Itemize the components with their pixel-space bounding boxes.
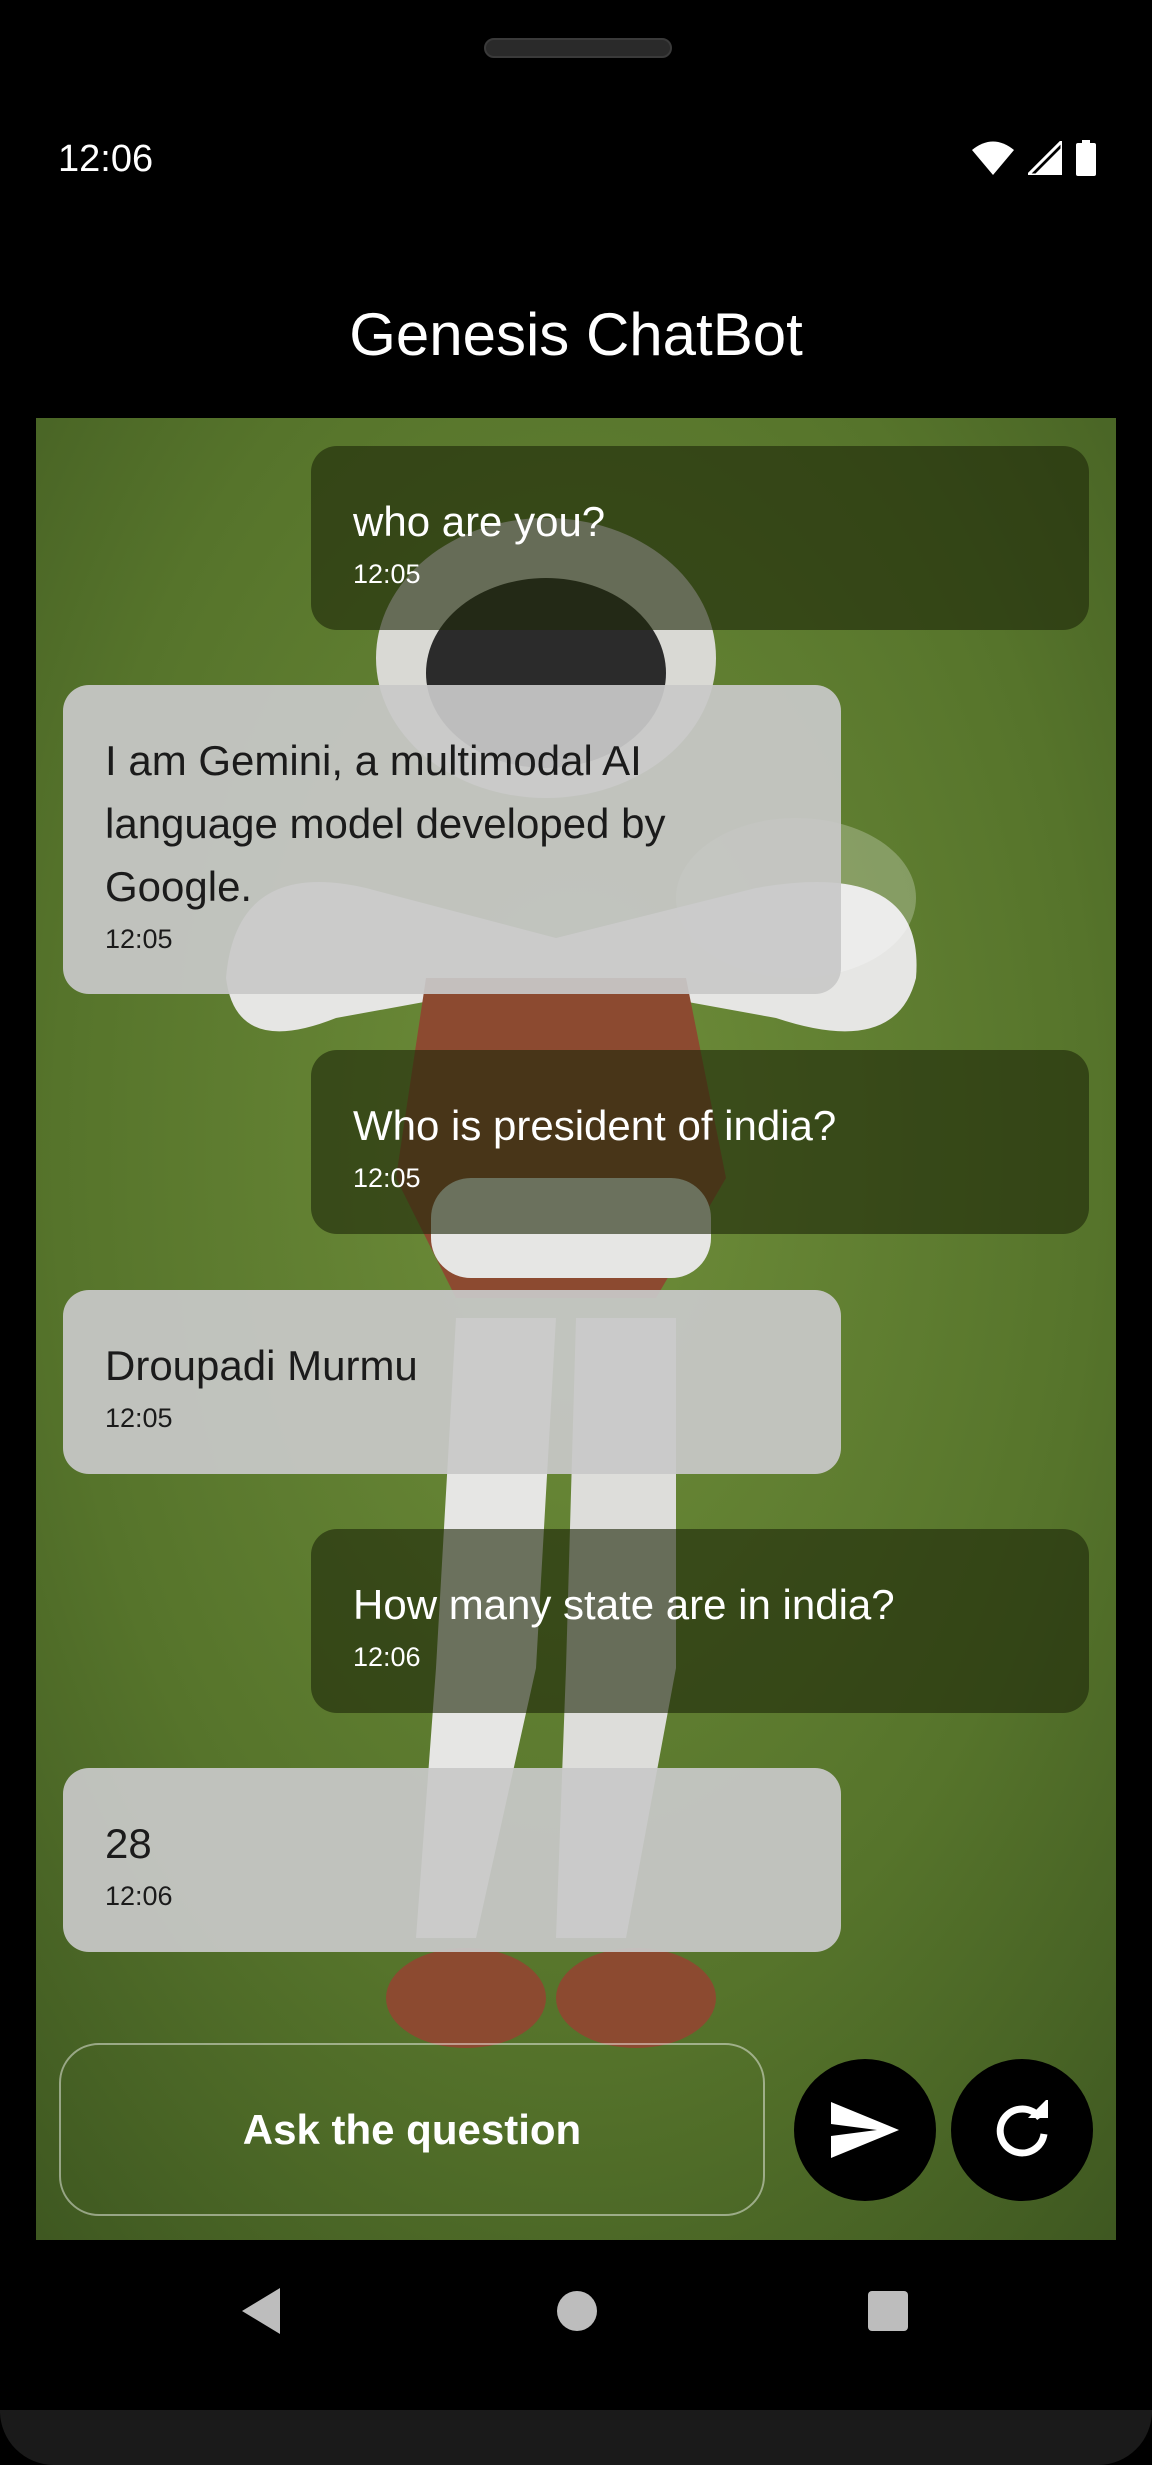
message-text: 28 <box>105 1820 152 1867</box>
phone-frame: 12:06 Genesis ChatBot who are you? 12:05… <box>0 0 1152 2465</box>
message-time: 12:05 <box>353 559 421 589</box>
chat-area[interactable]: who are you? 12:05 I am Gemini, a multim… <box>36 418 1116 2240</box>
message-time: 12:05 <box>105 924 173 954</box>
message-text: Droupadi Murmu <box>105 1342 418 1389</box>
send-icon <box>831 2102 899 2158</box>
status-time: 12:06 <box>58 138 154 180</box>
refresh-button[interactable] <box>951 2059 1093 2201</box>
message-user: who are you? 12:05 <box>311 446 1089 630</box>
message-bot: 28 12:06 <box>63 1768 841 1952</box>
message-time: 12:06 <box>105 1881 173 1911</box>
status-icons <box>972 140 1096 176</box>
question-input-placeholder: Ask the question <box>242 2105 582 2153</box>
message-text: who are you? <box>353 498 606 545</box>
device-bottom-bezel <box>0 2410 1152 2465</box>
message-text: How many state are in india? <box>353 1581 895 1628</box>
speaker-grille <box>484 38 672 58</box>
home-icon[interactable] <box>555 2286 599 2336</box>
message-bot: Droupadi Murmu 12:05 <box>63 1290 841 1474</box>
message-user: How many state are in india? 12:06 <box>311 1529 1089 1713</box>
message-time: 12:05 <box>353 1163 421 1193</box>
back-icon[interactable] <box>240 2286 284 2336</box>
battery-icon <box>1076 140 1096 176</box>
message-time: 12:05 <box>105 1403 173 1433</box>
recents-icon[interactable] <box>866 2286 910 2336</box>
app-title: Genesis ChatBot <box>349 301 803 368</box>
message-bot: I am Gemini, a multimodal AI language mo… <box>63 685 841 994</box>
refresh-icon <box>996 2100 1048 2157</box>
message-text: I am Gemini, a multimodal AI language mo… <box>105 737 666 910</box>
message-text: Who is president of india? <box>353 1102 837 1149</box>
send-button[interactable] <box>794 2059 936 2201</box>
wifi-icon <box>972 141 1014 175</box>
signal-icon <box>1028 141 1062 175</box>
message-user: Who is president of india? 12:05 <box>311 1050 1089 1234</box>
message-time: 12:06 <box>353 1642 421 1672</box>
question-input[interactable]: Ask the question <box>59 2043 765 2216</box>
